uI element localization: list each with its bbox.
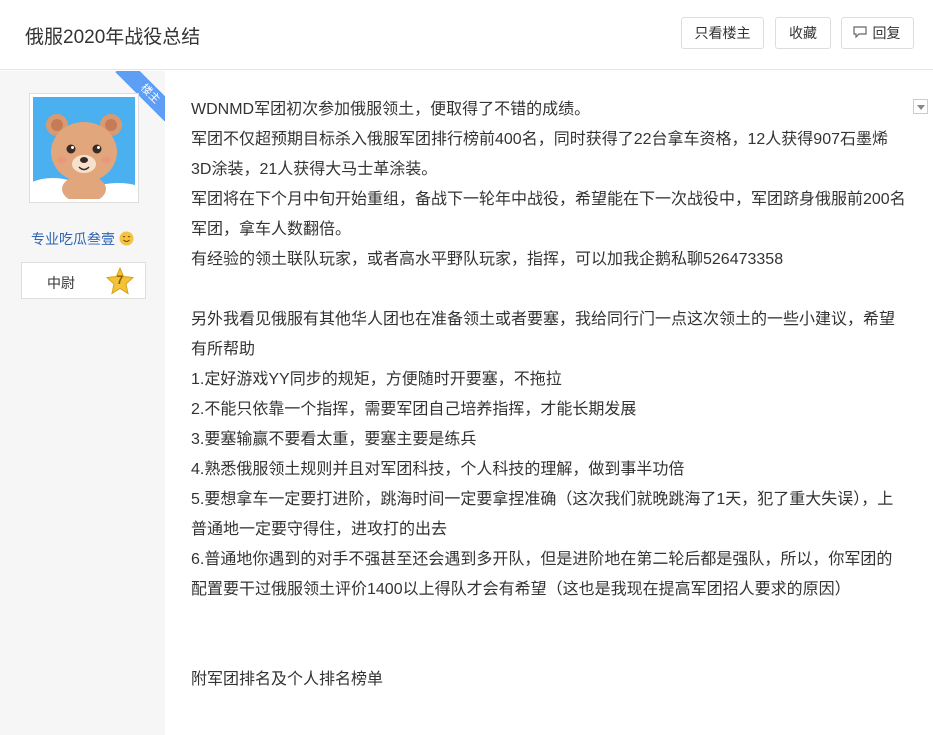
reply-label: 回复: [872, 25, 901, 41]
avatar[interactable]: [29, 93, 139, 203]
rank-level: 7: [116, 273, 124, 287]
tip-item: 3.要塞输赢不要看太重，要塞主要是练兵: [191, 431, 477, 448]
tip-item: 4.熟悉俄服领土规则并且对军团科技，个人科技的理解，做到事半功倍: [191, 461, 685, 478]
tip-item: 5.要想拿车一定要打进阶，跳海时间一定要拿捏准确（这次我们就晚跳海了1天，犯了重…: [191, 491, 894, 538]
rank-title: 中尉: [47, 275, 75, 291]
username-text: 专业吃瓜叁壹: [31, 231, 116, 247]
post-options-dropdown[interactable]: [913, 99, 928, 114]
tip-item: 6.普通地你遇到的对手不强甚至还会遇到多开队，但是进阶地在第二轮后都是强队，所以…: [191, 551, 893, 598]
post-paragraph: 有经验的领土联队玩家，或者高水平野队玩家，指挥，可以加我企鹅私聊52647335…: [191, 251, 784, 268]
favorite-button[interactable]: 收藏: [775, 17, 831, 49]
comment-icon: [853, 26, 867, 38]
post-paragraph: 军团不仅超预期目标杀入俄服军团排行榜前400名，同时获得了22台拿车资格，12人…: [191, 131, 888, 178]
post-header: 俄服2020年战役总结 只看楼主 收藏 回复: [0, 0, 933, 70]
rank-box: 中尉 7: [21, 262, 146, 299]
author-username[interactable]: 专业吃瓜叁壹: [0, 229, 165, 249]
tip-item: 2.不能只依靠一个指挥，需要军团自己培养指挥，才能长期发展: [191, 401, 637, 418]
post-content: WDNMD军团初次参加俄服领土，便取得了不错的成绩。 军团不仅超预期目标杀入俄服…: [191, 95, 906, 695]
reply-button[interactable]: 回复: [841, 17, 914, 49]
only-op-button[interactable]: 只看楼主: [681, 17, 764, 49]
bear-avatar-icon: [33, 97, 135, 199]
tip-item: 1.定好游戏YY同步的规矩，方便随时开要塞，不拖拉: [191, 371, 562, 388]
smile-emoji-icon: [119, 231, 134, 246]
post-paragraph: 附军团排名及个人排名榜单: [191, 671, 384, 688]
post-paragraph: WDNMD军团初次参加俄服领土，便取得了不错的成绩。: [191, 101, 591, 118]
page-title: 俄服2020年战役总结: [25, 27, 201, 48]
post-paragraph: 军团将在下个月中旬开始重组，备战下一轮年中战役，希望能在下一次战役中，军团跻身俄…: [191, 191, 906, 238]
post-paragraph: 另外我看见俄服有其他华人团也在准备领土或者要塞，我给同行门一点这次领土的一些小建…: [191, 311, 896, 358]
